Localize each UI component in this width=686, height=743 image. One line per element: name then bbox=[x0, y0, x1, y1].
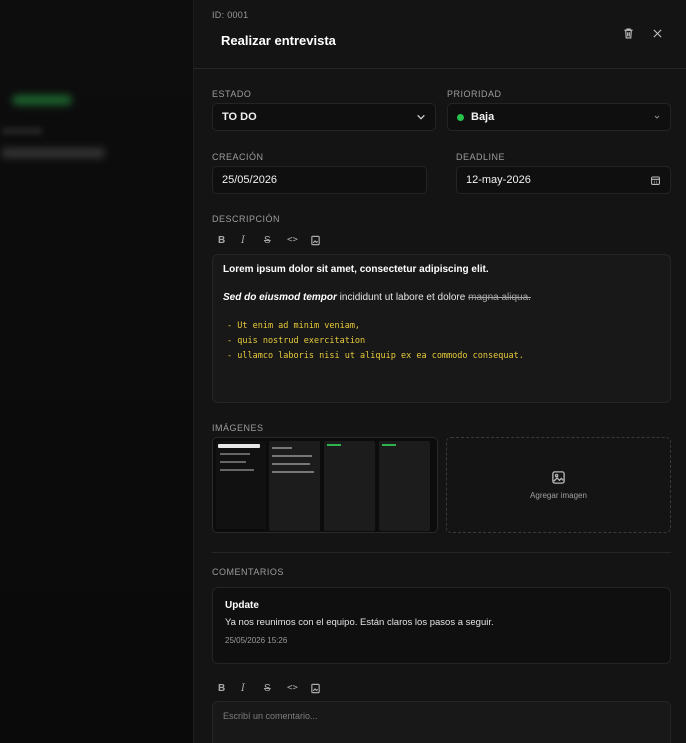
imagenes-label: IMÁGENES bbox=[212, 423, 264, 433]
comentarios-label: COMENTARIOS bbox=[212, 567, 284, 577]
strikethrough-text: magna aliqua. bbox=[468, 292, 531, 303]
comment-title: Update bbox=[225, 600, 259, 611]
close-icon bbox=[652, 28, 662, 38]
task-title[interactable]: Realizar entrevista bbox=[221, 33, 336, 48]
calendar-icon[interactable] bbox=[650, 175, 661, 186]
italic-button[interactable]: I bbox=[241, 681, 264, 695]
comment-body: Ya nos reunimos con el equipo. Están cla… bbox=[225, 617, 494, 628]
add-image-dropzone[interactable]: Agregar imagen bbox=[446, 437, 671, 533]
strikethrough-button[interactable]: S bbox=[264, 681, 287, 695]
italic-button[interactable]: I bbox=[241, 233, 264, 247]
code-line: - quis nostrud exercitation bbox=[227, 336, 366, 346]
images-row: Agregar imagen bbox=[212, 437, 671, 533]
divider bbox=[212, 552, 671, 553]
code-block: - Ut enim ad minim veniam, - quis nostru… bbox=[223, 319, 660, 364]
panel-header: ID: 0001 Realizar entrevista bbox=[194, 0, 686, 69]
deadline-value: 12-may-2026 bbox=[466, 174, 531, 186]
image-file-icon bbox=[311, 683, 320, 693]
comment-toolbar: B I S <> bbox=[218, 681, 333, 695]
close-button[interactable] bbox=[648, 24, 666, 42]
comment-input[interactable] bbox=[212, 701, 671, 743]
thumbnail-column bbox=[269, 441, 320, 531]
chevron-down-icon bbox=[654, 115, 660, 119]
prioridad-select[interactable]: Baja bbox=[447, 103, 671, 131]
blurred-text bbox=[2, 128, 42, 134]
estado-label: ESTADO bbox=[212, 89, 252, 99]
image-thumbnail[interactable] bbox=[212, 437, 438, 533]
creacion-label: CREACIÓN bbox=[212, 152, 264, 162]
code-button[interactable]: <> bbox=[287, 681, 310, 695]
blurred-board-background bbox=[0, 0, 193, 743]
priority-dot-icon bbox=[457, 113, 464, 121]
prioridad-value: Baja bbox=[471, 111, 495, 123]
bold-button[interactable]: B bbox=[218, 233, 241, 247]
code-line: - ullamco laboris nisi ut aliquip ex ea … bbox=[227, 351, 524, 361]
comment-card: Update Ya nos reunimos con el equipo. Es… bbox=[212, 587, 671, 664]
bold-button[interactable]: B bbox=[218, 681, 241, 695]
thumbnail-sidebar bbox=[216, 441, 266, 529]
delete-button[interactable] bbox=[619, 24, 637, 42]
plain-text: incididunt ut labore et dolore bbox=[336, 292, 469, 303]
insert-image-button[interactable] bbox=[310, 681, 333, 695]
code-line: - Ut enim ad minim veniam, bbox=[227, 321, 361, 331]
estado-value: TO DO bbox=[222, 111, 257, 123]
estado-select[interactable]: TO DO bbox=[212, 103, 436, 131]
trash-icon bbox=[623, 27, 633, 39]
thumbnail-column bbox=[324, 441, 375, 531]
task-id: ID: 0001 bbox=[212, 10, 249, 20]
deadline-label: DEADLINE bbox=[456, 152, 506, 162]
description-paragraph: Lorem ipsum dolor sit amet, consectetur … bbox=[223, 264, 489, 275]
deadline-date-input[interactable]: 12-may-2026 bbox=[456, 166, 671, 194]
bold-italic-text: Sed do eiusmod tempor bbox=[223, 292, 337, 303]
thumbnail-column bbox=[379, 441, 430, 531]
description-paragraph: Sed do eiusmod tempor incididunt ut labo… bbox=[223, 292, 660, 303]
descripcion-label: DESCRIPCIÓN bbox=[212, 214, 281, 224]
creacion-value: 25/05/2026 bbox=[222, 174, 278, 186]
chevron-down-icon bbox=[417, 114, 425, 120]
prioridad-label: PRIORIDAD bbox=[447, 89, 502, 99]
description-toolbar: B I S <> bbox=[218, 233, 333, 247]
add-image-label: Agregar imagen bbox=[530, 491, 587, 500]
insert-image-button[interactable] bbox=[310, 233, 333, 247]
task-detail-panel: ID: 0001 Realizar entrevista ESTADO TO D… bbox=[193, 0, 686, 743]
blurred-status-pill bbox=[12, 95, 72, 105]
comment-timestamp: 25/05/2026 15:26 bbox=[225, 636, 288, 645]
description-editor[interactable]: Lorem ipsum dolor sit amet, consectetur … bbox=[212, 254, 671, 403]
strikethrough-button[interactable]: S bbox=[264, 233, 287, 247]
image-file-icon bbox=[311, 235, 320, 245]
blurred-text bbox=[2, 148, 104, 158]
code-button[interactable]: <> bbox=[287, 233, 310, 247]
creacion-field: 25/05/2026 bbox=[212, 166, 427, 194]
image-icon bbox=[552, 471, 565, 484]
